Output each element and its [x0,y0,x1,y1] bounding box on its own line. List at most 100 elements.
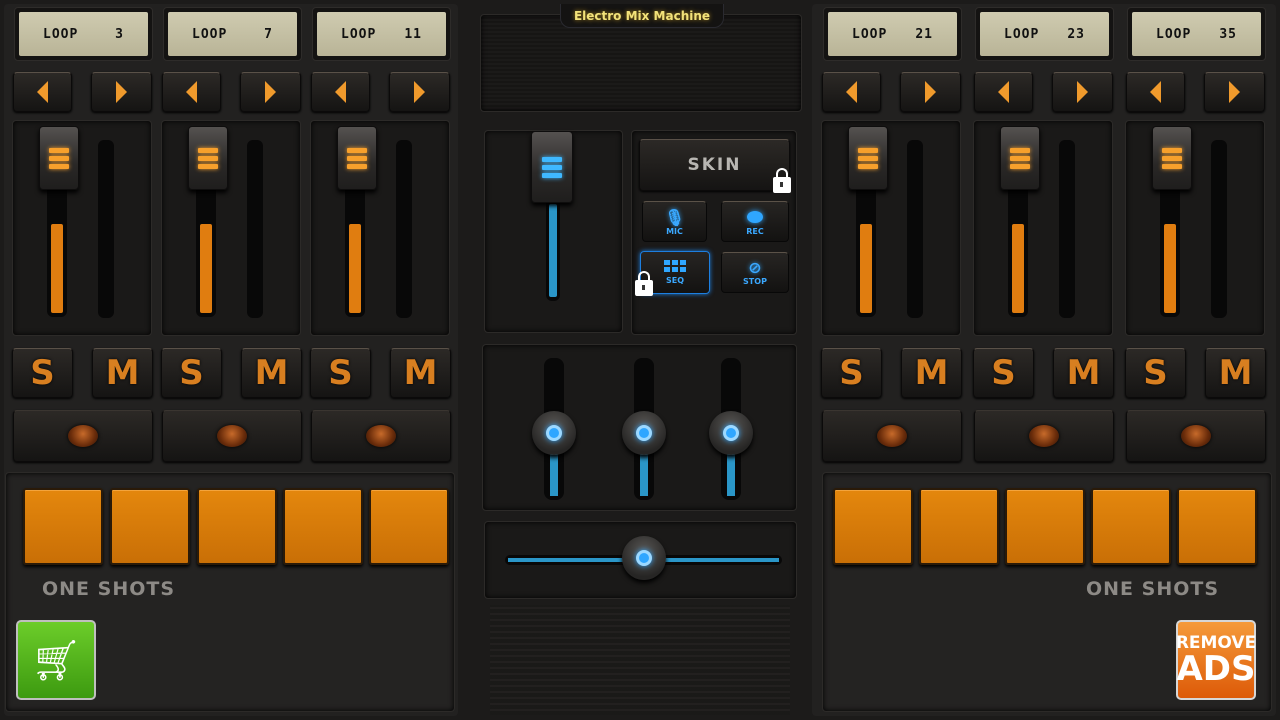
channel-led-indicator [366,425,396,447]
channel-fader-panel [1125,120,1265,336]
channel-led-indicator [1029,425,1059,447]
crossfader-knob[interactable] [621,536,666,580]
volume-fader-track[interactable] [345,185,365,317]
loop-label: LOOP [192,26,228,42]
master-fader-handle[interactable] [531,131,573,203]
loop-number: 3 [115,26,124,42]
prev-loop-button[interactable] [162,72,221,112]
master-fader-track[interactable] [546,195,560,301]
volume-fader-fill [349,223,361,313]
volume-fader-track[interactable] [856,185,876,317]
next-loop-button[interactable] [240,72,301,112]
lock-icon [773,168,791,193]
volume-fader-track[interactable] [1160,185,1180,317]
solo-button[interactable]: S [310,348,371,398]
one-shot-pad[interactable] [919,488,999,565]
stop-button[interactable]: ⊘ STOP [721,252,789,293]
display-screen [480,14,802,112]
mute-button[interactable]: M [901,348,962,398]
volume-fader-handle[interactable] [337,126,377,190]
volume-fader-handle[interactable] [1152,126,1192,190]
one-shot-pad[interactable] [23,488,103,565]
eq-slider-knob[interactable] [709,411,753,455]
chevron-right-icon [925,81,936,103]
loop-label: LOOP [43,26,79,42]
mute-button[interactable]: M [92,348,153,398]
prev-loop-button[interactable] [974,72,1033,112]
skin-button[interactable]: SKIN [639,139,790,191]
loop-display: LOOP 3 [14,7,153,61]
loop-label: LOOP [1004,26,1040,42]
next-loop-button[interactable] [389,72,450,112]
volume-fader-fill [1164,223,1176,313]
mic-button[interactable]: 🎙 MIC [642,201,707,242]
one-shot-pad[interactable] [1177,488,1257,565]
one-shot-pad[interactable] [283,488,363,565]
volume-fader-track[interactable] [1008,185,1028,317]
grid-icon [664,260,686,272]
volume-fader-handle[interactable] [1000,126,1040,190]
app-title: Electro Mix Machine [560,4,724,28]
channel-fader-panel [12,120,152,336]
volume-fader-track[interactable] [47,185,67,317]
chevron-right-icon [1229,81,1240,103]
one-shots-label: ONE SHOTS [42,578,176,600]
volume-fader-handle[interactable] [188,126,228,190]
one-shot-pad[interactable] [1091,488,1171,565]
volume-fader-handle[interactable] [39,126,79,190]
prev-loop-button[interactable] [1126,72,1185,112]
one-shot-pad[interactable] [369,488,449,565]
volume-fader-track[interactable] [196,185,216,317]
loop-label: LOOP [341,26,377,42]
loop-screen: LOOP 21 [828,12,957,56]
rec-label: REC [746,226,764,236]
eq-slider-knob[interactable] [532,411,576,455]
chevron-right-icon [1077,81,1088,103]
next-loop-button[interactable] [91,72,152,112]
prev-loop-button[interactable] [311,72,370,112]
solo-button[interactable]: S [12,348,73,398]
shop-cart-button[interactable]: 🛒︎ [16,620,96,700]
loop-screen: LOOP 35 [1132,12,1261,56]
solo-button[interactable]: S [821,348,882,398]
one-shot-pad[interactable] [110,488,190,565]
mute-button[interactable]: M [1205,348,1266,398]
prev-loop-button[interactable] [13,72,72,112]
one-shot-pad[interactable] [1005,488,1085,565]
loop-number: 35 [1219,26,1237,42]
one-shot-pad[interactable] [833,488,913,565]
volume-fader-handle[interactable] [848,126,888,190]
next-loop-button[interactable] [1204,72,1265,112]
loop-number: 23 [1067,26,1085,42]
next-loop-button[interactable] [900,72,961,112]
solo-button[interactable]: S [1125,348,1186,398]
one-shot-pad[interactable] [197,488,277,565]
channel-led-panel [1126,410,1266,462]
skin-label: SKIN [687,155,742,175]
loop-screen: LOOP 23 [980,12,1109,56]
channel-led-panel [311,410,451,462]
mute-button[interactable]: M [390,348,451,398]
solo-button[interactable]: S [973,348,1034,398]
stop-label: STOP [743,277,767,286]
remove-ads-button[interactable]: REMOVE ADS [1176,620,1256,700]
chevron-left-icon [37,81,48,103]
loop-display: LOOP 7 [163,7,302,61]
prev-loop-button[interactable] [822,72,881,112]
one-shots-label: ONE SHOTS [1086,578,1220,600]
loop-label: LOOP [852,26,888,42]
channel-led-panel [974,410,1114,462]
loop-screen: LOOP 3 [19,12,148,56]
rec-button[interactable]: REC [721,201,789,242]
channel-led-indicator [217,425,247,447]
loop-screen: LOOP 7 [168,12,297,56]
next-loop-button[interactable] [1052,72,1113,112]
mute-button[interactable]: M [241,348,302,398]
seq-label: SEQ [665,276,685,285]
eq-slider-knob[interactable] [622,411,666,455]
master-fader-fill [549,203,557,297]
mute-button[interactable]: M [1053,348,1114,398]
mic-label: MIC [666,226,683,236]
solo-button[interactable]: S [161,348,222,398]
chevron-right-icon [265,81,276,103]
